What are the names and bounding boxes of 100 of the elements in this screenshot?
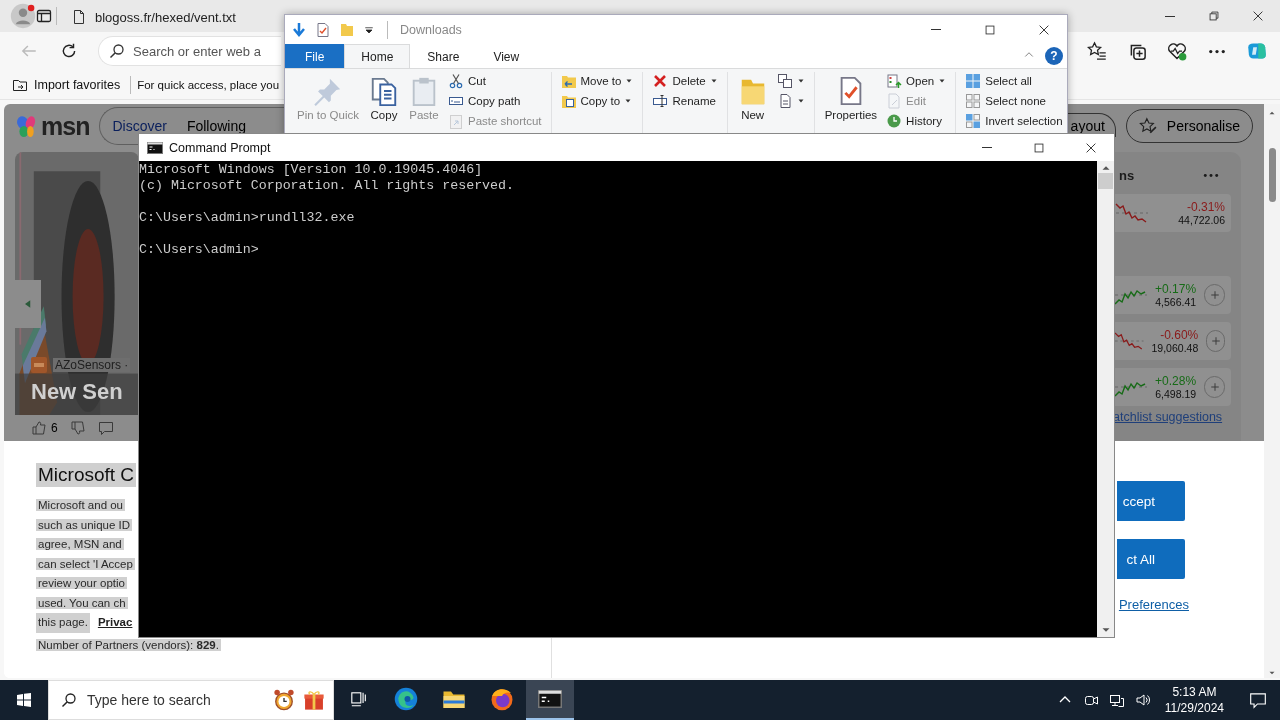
consent-text: Microsoft and ou	[36, 499, 125, 511]
ribbon-button[interactable]: Properties	[820, 72, 882, 125]
nav-tab[interactable]: Following	[186, 119, 246, 133]
invert-icon	[965, 113, 982, 129]
ribbon-button[interactable]: Open	[883, 72, 950, 90]
open-icon	[886, 73, 903, 89]
butterfly-logo-icon	[15, 115, 37, 137]
history-icon	[886, 113, 903, 129]
consent-text: agree, MSN and	[36, 538, 124, 550]
thumbs-down-icon	[69, 420, 86, 436]
story-source: AZoSensors ·	[53, 358, 131, 372]
ribbon-button[interactable]: Rename	[649, 92, 721, 110]
import-favorites-button[interactable]: Import favorites	[8, 76, 125, 93]
quote-value: 6,498.19	[1155, 388, 1197, 400]
ribbon-button[interactable]: New	[733, 72, 772, 125]
consent-heading: Microsoft C	[36, 463, 137, 487]
checklist-icon[interactable]	[315, 21, 331, 38]
copy-icon	[369, 76, 399, 106]
window-title: Downloads	[400, 22, 462, 37]
pin-icon	[313, 76, 343, 106]
consent-text: used. You can ch	[36, 596, 128, 609]
window-title: Command Prompt	[169, 140, 271, 155]
dislike-button[interactable]	[69, 420, 86, 436]
quote-value: 19,060.48	[1151, 342, 1199, 354]
percent-change: -0.31%	[1186, 200, 1225, 214]
percent-change: -0.60%	[1160, 328, 1199, 342]
download-arrow-icon[interactable]	[291, 21, 307, 38]
address-bar[interactable]: Search or enter web a	[98, 36, 281, 66]
console-line: C:\Users\admin>	[139, 242, 260, 258]
heartbeat-icon	[1167, 41, 1187, 61]
comment-button[interactable]	[97, 420, 114, 436]
help-button[interactable]: ?	[1045, 47, 1063, 65]
restore-icon	[1207, 9, 1221, 23]
time-text: 5:13 AM	[1172, 684, 1217, 700]
ribbon-button[interactable]: Invert selection	[962, 112, 1066, 130]
ribbon-button[interactable]: History	[883, 112, 950, 130]
ribbon-tab[interactable]: Home	[344, 44, 411, 68]
profile-avatar-icon[interactable]	[10, 3, 36, 29]
logo-text: msn	[41, 111, 90, 141]
refresh-icon	[60, 42, 78, 60]
date-text: 11/29/2024	[1164, 700, 1224, 716]
consent-text: such as unique ID	[36, 518, 133, 531]
like-button[interactable]: 6	[31, 420, 58, 436]
percent-change: +0.17%	[1155, 282, 1197, 296]
percent-change: +0.28%	[1155, 374, 1197, 388]
consent-button[interactable]: ct All	[1117, 539, 1185, 579]
ribbon-button[interactable]: Copy path	[445, 92, 545, 110]
maximize-icon	[983, 22, 997, 37]
favorites-hint: For quick access, place you	[137, 78, 280, 91]
thumbs-up-icon	[31, 420, 47, 436]
gift-icon	[303, 689, 325, 711]
consent-text: this page.	[36, 613, 90, 633]
ribbon-button[interactable]: Delete	[649, 72, 721, 90]
story-headline: New Sen	[31, 379, 124, 405]
task-view-icon	[349, 690, 367, 708]
tab-actions-icon[interactable]	[36, 8, 52, 24]
edit-icon	[886, 93, 903, 109]
selectall-icon	[965, 73, 982, 89]
ribbon-tab[interactable]: Share	[410, 44, 477, 68]
source-logo-icon	[31, 357, 47, 373]
console-line: C:\Users\admin>rundll32.exe	[139, 210, 356, 226]
consent-button[interactable]: ccept	[1117, 481, 1185, 521]
selectnone-icon	[965, 93, 982, 109]
partners-count: Number of Partners (vendors): 829.	[36, 638, 221, 651]
ribbon-button[interactable]: Copy	[365, 72, 403, 125]
favorites-icon	[1087, 41, 1107, 61]
moveto-icon	[560, 73, 577, 89]
consent-text: review your optio	[36, 577, 127, 589]
plus-icon	[1208, 381, 1221, 393]
scrollbar-thumb[interactable]	[1268, 148, 1276, 202]
quote-value: 4,566.41	[1155, 296, 1197, 308]
preferences-link[interactable]: Preferences	[1118, 597, 1189, 612]
terminal-icon	[538, 687, 562, 711]
clock[interactable]: 5:13 AM 11/29/2024	[1158, 684, 1230, 716]
search-icon	[61, 692, 77, 708]
taskbar-search-box[interactable]: Type here to search	[48, 680, 334, 720]
scrollbar-thumb[interactable]	[1098, 173, 1113, 189]
ribbon-button[interactable]: Copy to	[557, 92, 637, 110]
browser-tab[interactable]: blogoss.fr/hexed/vent.txt	[61, 2, 258, 32]
privacy-link[interactable]: Privac	[97, 613, 133, 633]
cut-icon	[448, 73, 464, 89]
ribbon-tab[interactable]: View	[476, 44, 537, 68]
terminal-icon	[147, 139, 163, 156]
taskbar-app[interactable]	[526, 680, 574, 720]
taskbar-search-field[interactable]: Type here to search	[85, 691, 265, 709]
story-card[interactable]: AZoSensors · New Sen 6	[15, 152, 139, 441]
console-line: (c) Microsoft Corporation. All rights reserved.	[139, 178, 516, 194]
speaker-icon	[1134, 692, 1151, 708]
ribbon-button[interactable]: Select none	[962, 92, 1066, 110]
address-field[interactable]: Search or enter web a	[133, 43, 281, 59]
nav-tab[interactable]: Discover	[112, 119, 167, 133]
ribbon-button[interactable]: Cut	[445, 72, 545, 90]
file-menu-button[interactable]: File	[285, 44, 345, 68]
panel-title: ns	[1119, 167, 1135, 183]
ribbon-button[interactable]: Move to	[557, 72, 637, 90]
ribbon-button[interactable]: Select all	[962, 72, 1066, 90]
consent-text: can select 'I Accep	[36, 557, 135, 570]
minimize-icon	[930, 29, 942, 30]
delete-icon	[652, 73, 669, 89]
plus-icon	[1208, 289, 1221, 301]
